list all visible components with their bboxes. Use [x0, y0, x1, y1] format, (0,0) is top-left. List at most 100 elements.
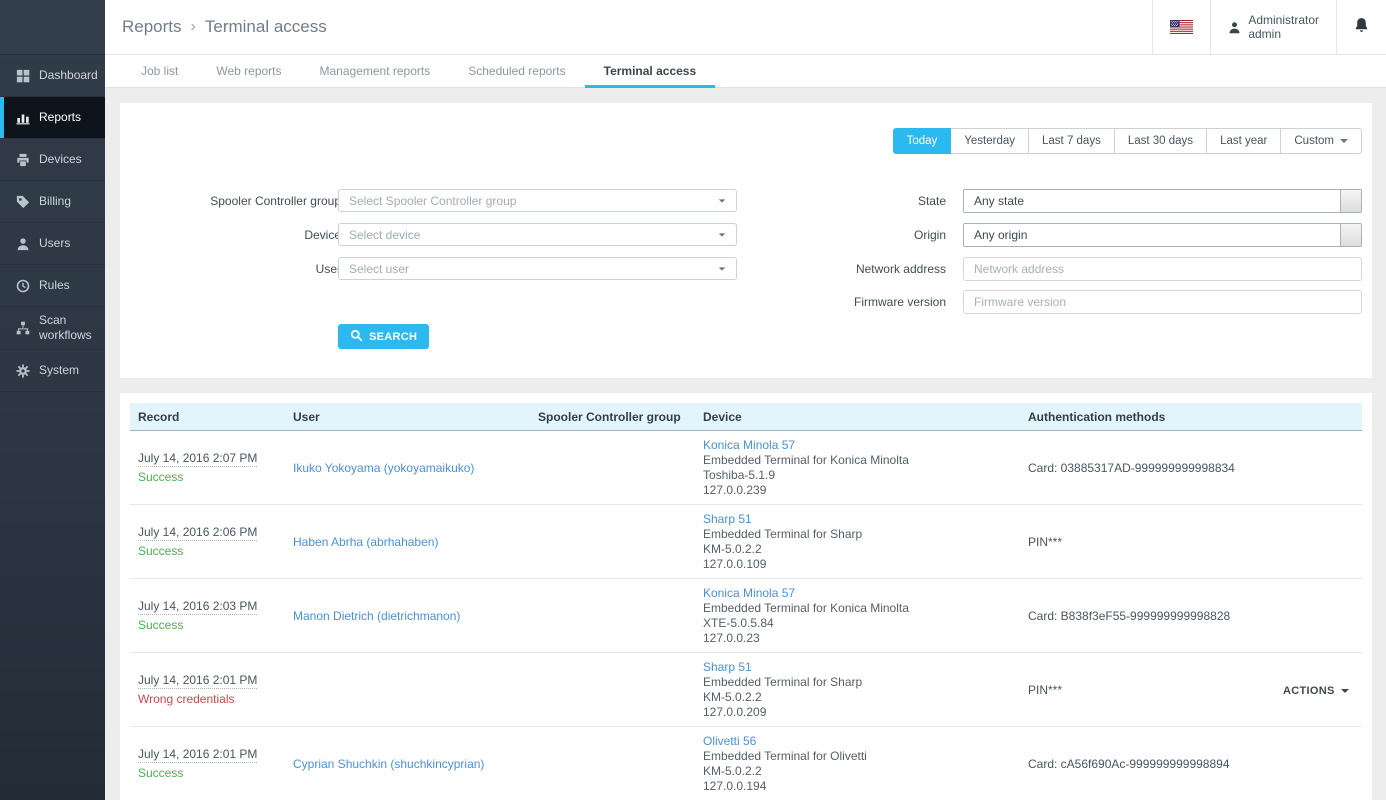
- gear-icon: [16, 364, 30, 378]
- terminal-access-table: Record User Spooler Controller group Dev…: [130, 403, 1362, 800]
- range-button-label: Today: [907, 135, 938, 147]
- user-cell: Cyprian Shuchkin (shuchkincyprian): [285, 757, 530, 771]
- tab-scheduled-reports[interactable]: Scheduled reports: [449, 55, 584, 87]
- filter-select-user[interactable]: Select user: [338, 257, 737, 280]
- filter-label: Firmware version: [726, 290, 946, 314]
- device-link[interactable]: Konica Minola 57: [703, 438, 1020, 453]
- user-role: Administrator: [1248, 13, 1319, 27]
- tab-label: Job list: [141, 64, 178, 78]
- tab-label: Management reports: [320, 64, 431, 78]
- breadcrumb-root[interactable]: Reports: [122, 17, 182, 37]
- sidebar-item-scan-workflows[interactable]: Scan workflows: [0, 307, 105, 350]
- status-badge: Success: [138, 766, 285, 780]
- tab-label: Web reports: [216, 64, 281, 78]
- tab-management-reports[interactable]: Management reports: [301, 55, 450, 87]
- notifications-button[interactable]: [1336, 0, 1386, 54]
- range-button-last-7-days[interactable]: Last 7 days: [1028, 128, 1115, 154]
- filter-input-firmware-version[interactable]: [963, 290, 1362, 314]
- table-row: July 14, 2016 2:01 PM Wrong credentials …: [130, 653, 1362, 727]
- device-terminal-type: Embedded Terminal for Sharp: [703, 675, 1020, 690]
- table-header-row: Record User Spooler Controller group Dev…: [130, 403, 1362, 431]
- select-value: Any origin: [964, 228, 1340, 242]
- range-button-yesterday[interactable]: Yesterday: [950, 128, 1029, 154]
- printer-icon: [16, 153, 30, 167]
- device-link[interactable]: Konica Minola 57: [703, 586, 1020, 601]
- header-right: Administrator admin: [1152, 0, 1386, 54]
- filter-select-origin[interactable]: Any origin: [963, 223, 1362, 247]
- auth-cell: PIN***: [1020, 683, 1275, 697]
- range-button-today[interactable]: Today: [893, 128, 952, 154]
- tab-label: Scheduled reports: [468, 64, 565, 78]
- record-timestamp: July 14, 2016 2:01 PM: [138, 673, 257, 689]
- device-cell: Sharp 51 Embedded Terminal for Sharp KM-…: [695, 512, 1020, 572]
- user-link[interactable]: Manon Dietrich (dietrichmanon): [293, 609, 460, 623]
- results-panel: Record User Spooler Controller group Dev…: [120, 393, 1372, 800]
- range-button-last-30-days[interactable]: Last 30 days: [1114, 128, 1207, 154]
- status-badge: Success: [138, 618, 285, 632]
- sidebar-item-billing[interactable]: Billing: [0, 181, 105, 223]
- device-ip-address: 127.0.0.239: [703, 483, 1020, 498]
- column-header-auth[interactable]: Authentication methods: [1020, 410, 1275, 424]
- tab-terminal-access[interactable]: Terminal access: [585, 55, 716, 87]
- device-ip-address: 127.0.0.209: [703, 705, 1020, 720]
- filter-select-spooler-controller-group[interactable]: Select Spooler Controller group: [338, 189, 737, 212]
- filter-select-device[interactable]: Select device: [338, 223, 737, 246]
- range-button-last-year[interactable]: Last year: [1206, 128, 1281, 154]
- app-window: Dashboard Reports Devices Billing Users …: [0, 0, 1386, 800]
- reports-tabbar: Job list Web reports Management reports …: [105, 55, 1386, 88]
- user-link[interactable]: Cyprian Shuchkin (shuchkincyprian): [293, 757, 484, 771]
- device-link[interactable]: Olivetti 56: [703, 734, 1020, 749]
- sidebar-item-dashboard[interactable]: Dashboard: [0, 55, 105, 97]
- sidebar-item-rules[interactable]: Rules: [0, 265, 105, 307]
- user-cell: Haben Abrha (abrhahaben): [285, 535, 530, 549]
- select-arrow-box: [1340, 224, 1361, 246]
- user-link[interactable]: Haben Abrha (abrhahaben): [293, 535, 438, 549]
- record-timestamp: July 14, 2016 2:01 PM: [138, 747, 257, 763]
- column-header-record[interactable]: Record: [130, 410, 285, 424]
- range-button-label: Last 7 days: [1042, 135, 1101, 147]
- column-header-user[interactable]: User: [285, 410, 530, 424]
- range-button-label: Yesterday: [964, 135, 1015, 147]
- filter-label: Origin: [726, 223, 946, 247]
- sidebar-item-label: Rules: [39, 278, 70, 293]
- sidebar-item-system[interactable]: System: [0, 350, 105, 392]
- filter-label: Network address: [726, 257, 946, 281]
- device-link[interactable]: Sharp 51: [703, 660, 1020, 675]
- select-value: Any state: [964, 194, 1340, 208]
- tab-job-list[interactable]: Job list: [122, 55, 197, 87]
- sidebar-item-users[interactable]: Users: [0, 223, 105, 265]
- select-placeholder: Select device: [349, 228, 718, 242]
- sidebar-item-reports[interactable]: Reports: [0, 97, 105, 139]
- top-header: Reports › Terminal access Administrator …: [105, 0, 1386, 55]
- breadcrumb-separator-icon: ›: [191, 18, 196, 36]
- user-menu-button[interactable]: Administrator admin: [1210, 0, 1336, 54]
- filter-input-network-address[interactable]: [963, 257, 1362, 281]
- device-firmware: XTE-5.0.5.84: [703, 616, 1020, 631]
- column-header-group[interactable]: Spooler Controller group: [530, 410, 695, 424]
- content-area: Today Yesterday Last 7 days Last 30 days…: [105, 88, 1386, 800]
- chevron-down-icon: [719, 233, 725, 236]
- sidebar: Dashboard Reports Devices Billing Users …: [0, 0, 105, 800]
- user-name: admin: [1248, 27, 1319, 41]
- filter-select-state[interactable]: Any state: [963, 189, 1362, 213]
- device-link[interactable]: Sharp 51: [703, 512, 1020, 527]
- tab-web-reports[interactable]: Web reports: [197, 55, 300, 87]
- sidebar-item-devices[interactable]: Devices: [0, 139, 105, 181]
- sidebar-item-label: Devices: [39, 152, 82, 167]
- language-flag-button[interactable]: [1152, 0, 1210, 54]
- device-firmware: KM-5.0.2.2: [703, 690, 1020, 705]
- tag-icon: [16, 195, 30, 209]
- table-row: July 14, 2016 2:07 PM Success Ikuko Yoko…: [130, 431, 1362, 505]
- range-button-custom[interactable]: Custom: [1280, 128, 1362, 154]
- filter-panel: Today Yesterday Last 7 days Last 30 days…: [120, 103, 1372, 378]
- record-timestamp: July 14, 2016 2:03 PM: [138, 599, 257, 615]
- actions-dropdown-button[interactable]: ACTIONS: [1283, 685, 1349, 697]
- column-header-device[interactable]: Device: [695, 410, 1020, 424]
- record-cell: July 14, 2016 2:01 PM Wrong credentials: [130, 673, 285, 706]
- user-link[interactable]: Ikuko Yokoyama (yokoyamaikuko): [293, 461, 474, 475]
- status-badge: Wrong credentials: [138, 692, 285, 706]
- sidebar-item-label: Scan workflows: [39, 313, 97, 343]
- breadcrumb-current: Terminal access: [205, 17, 327, 37]
- table-row: July 14, 2016 2:03 PM Success Manon Diet…: [130, 579, 1362, 653]
- search-button[interactable]: SEARCH: [338, 324, 429, 349]
